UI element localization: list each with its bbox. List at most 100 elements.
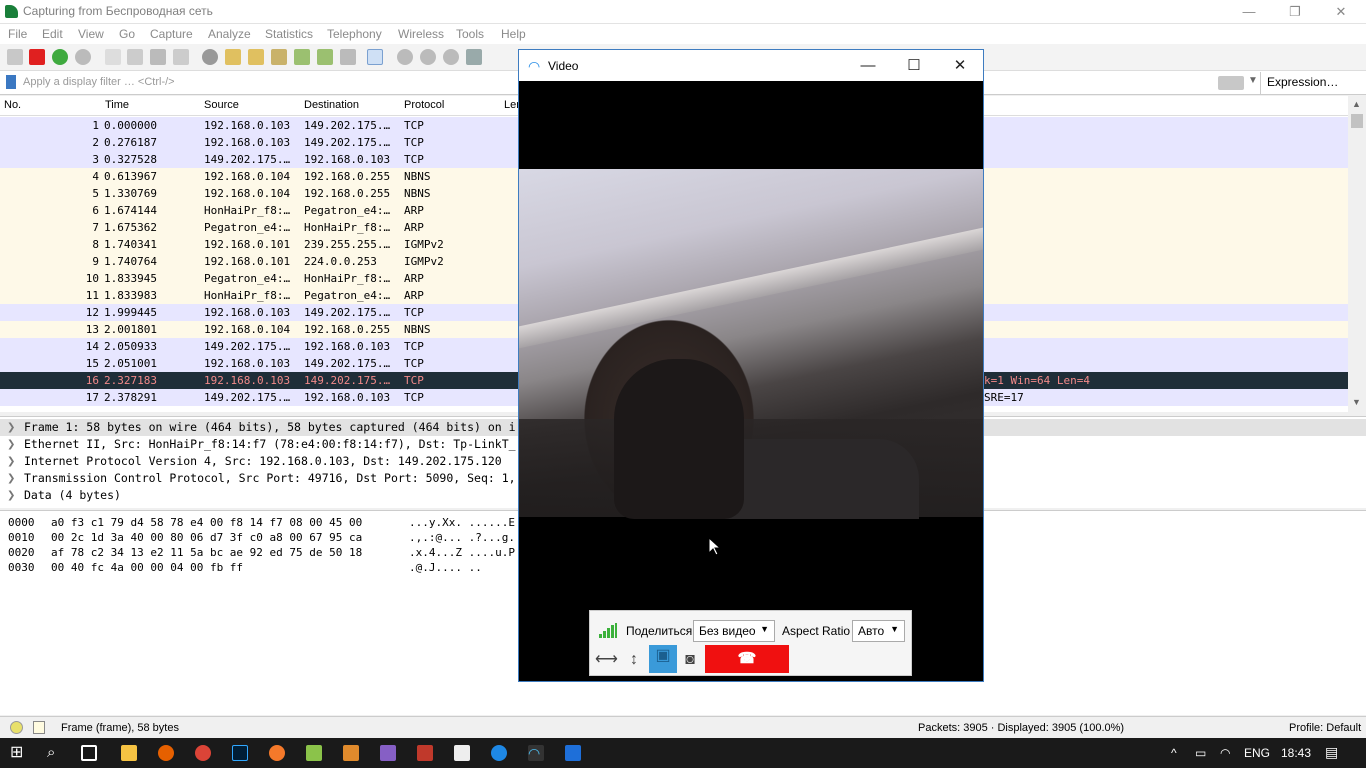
photoshop-icon[interactable] — [232, 745, 248, 761]
expand-arrow-icon[interactable]: ❯ — [7, 470, 15, 487]
maximize-button[interactable]: ❐ — [1272, 0, 1318, 24]
clock[interactable]: 18:43 — [1281, 746, 1311, 760]
wireshark-taskbar-icon[interactable] — [565, 745, 581, 761]
start-button-icon[interactable]: ⊞ — [10, 745, 26, 761]
resize-columns-icon[interactable] — [466, 49, 482, 65]
menu-telephony[interactable]: Telephony — [327, 27, 382, 41]
close-button[interactable]: ✕ — [1318, 0, 1364, 24]
search-icon[interactable]: ⌕ — [47, 745, 63, 761]
firefox-icon[interactable] — [158, 745, 174, 761]
column-source[interactable]: Source — [204, 99, 239, 111]
stretch-vertical-icon[interactable]: ↕ — [623, 649, 645, 671]
menu-analyze[interactable]: Analyze — [208, 27, 251, 41]
app-icon[interactable] — [343, 745, 359, 761]
last-packet-icon[interactable] — [317, 49, 333, 65]
stop-capture-icon[interactable] — [29, 49, 45, 65]
chevron-down-icon[interactable]: ▼ — [1248, 75, 1258, 86]
video-close-button[interactable]: ✕ — [937, 50, 983, 81]
menu-edit[interactable]: Edit — [42, 27, 63, 41]
wifi-app-icon[interactable]: ◠ — [528, 745, 544, 761]
cell-time: 1.675362 — [104, 221, 157, 234]
hang-up-button[interactable]: ☎ — [705, 645, 789, 673]
first-packet-icon[interactable] — [294, 49, 310, 65]
column-protocol[interactable]: Protocol — [404, 99, 444, 111]
cell-no: 11 — [85, 289, 99, 302]
scroll-thumb[interactable] — [1351, 114, 1363, 128]
cell-no: 2 — [92, 136, 99, 149]
cell-time: 0.000000 — [104, 119, 157, 132]
menu-capture[interactable]: Capture — [150, 27, 193, 41]
zoom-reset-icon[interactable] — [443, 49, 459, 65]
cell-dst: Pegatron_e4:… — [304, 289, 391, 302]
start-capture-icon[interactable] — [7, 49, 23, 65]
cell-proto: TCP — [404, 391, 424, 404]
cell-src: Pegatron_e4:… — [204, 221, 291, 234]
expand-arrow-icon[interactable]: ❯ — [7, 419, 15, 436]
task-view-icon[interactable] — [81, 745, 97, 761]
status-profile[interactable]: Profile: Default — [1289, 722, 1361, 734]
expand-arrow-icon[interactable]: ❯ — [7, 453, 15, 470]
expert-info-icon[interactable] — [10, 721, 23, 734]
go-back-icon[interactable] — [225, 49, 241, 65]
cell-src: 192.168.0.103 — [204, 306, 291, 319]
menu-file[interactable]: File — [8, 27, 27, 41]
column-destination[interactable]: Destination — [304, 99, 359, 111]
column-no[interactable]: No. — [4, 99, 21, 111]
menu-help[interactable]: Help — [501, 27, 526, 41]
menu-wireless[interactable]: Wireless — [398, 27, 444, 41]
column-time[interactable]: Time — [105, 99, 129, 111]
restart-capture-icon[interactable] — [52, 49, 68, 65]
stretch-horizontal-icon[interactable]: ⟷ — [595, 649, 618, 671]
menu-go[interactable]: Go — [119, 27, 135, 41]
autoscroll-icon[interactable] — [340, 49, 356, 65]
reload-file-icon[interactable] — [173, 49, 189, 65]
display-filter-input[interactable]: Apply a display filter … <Ctrl-/> — [23, 76, 175, 88]
scroll-up-icon[interactable]: ▲ — [1352, 99, 1361, 109]
bookmark-icon[interactable] — [6, 75, 16, 89]
go-forward-icon[interactable] — [248, 49, 264, 65]
share-select[interactable]: Без видео ▼ — [693, 620, 775, 642]
open-file-icon[interactable] — [105, 49, 121, 65]
save-file-icon[interactable] — [127, 49, 143, 65]
notepad-icon[interactable] — [306, 745, 322, 761]
photos-icon[interactable] — [454, 745, 470, 761]
snapshot-camera-icon[interactable]: ◙ — [679, 649, 701, 671]
battery-icon[interactable]: ▭ — [1195, 746, 1206, 760]
network-icon[interactable]: ◠ — [1220, 746, 1230, 760]
file-explorer-icon[interactable] — [121, 745, 137, 761]
video-maximize-button[interactable]: ☐ — [891, 50, 937, 81]
expression-button[interactable]: Expression… — [1260, 72, 1344, 94]
video-camera-icon[interactable]: ▣ — [649, 645, 677, 673]
tray-chevron-icon[interactable]: ^ — [1171, 746, 1177, 760]
close-file-icon[interactable] — [150, 49, 166, 65]
menu-tools[interactable]: Tools — [456, 27, 484, 41]
zoom-in-icon[interactable] — [397, 49, 413, 65]
cell-dst: 224.0.0.253 — [304, 255, 377, 268]
colorize-icon[interactable] — [367, 49, 383, 65]
video-minimize-button[interactable]: — — [845, 50, 891, 81]
zoom-out-icon[interactable] — [420, 49, 436, 65]
menu-statistics[interactable]: Statistics — [265, 27, 313, 41]
menu-view[interactable]: View — [78, 27, 104, 41]
capture-options-icon[interactable] — [75, 49, 91, 65]
find-packet-icon[interactable] — [202, 49, 218, 65]
cell-time: 1.833983 — [104, 289, 157, 302]
aspect-ratio-select[interactable]: Авто ▼ — [852, 620, 905, 642]
notifications-icon[interactable]: ▤ — [1325, 744, 1338, 761]
teamviewer-icon[interactable] — [491, 745, 507, 761]
minimize-button[interactable]: — — [1226, 0, 1272, 24]
apply-filter-button[interactable] — [1218, 76, 1244, 90]
scroll-down-icon[interactable]: ▼ — [1352, 397, 1361, 407]
visual-studio-icon[interactable] — [380, 745, 396, 761]
packet-list-scrollbar[interactable]: ▲ ▼ — [1348, 96, 1366, 412]
chrome-icon[interactable] — [195, 745, 211, 761]
expand-arrow-icon[interactable]: ❯ — [7, 487, 15, 504]
capture-comment-icon[interactable] — [33, 721, 45, 734]
cell-time: 2.050933 — [104, 340, 157, 353]
expand-arrow-icon[interactable]: ❯ — [7, 436, 15, 453]
cell-src: 192.168.0.103 — [204, 357, 291, 370]
app-icon[interactable] — [417, 745, 433, 761]
go-to-packet-icon[interactable] — [271, 49, 287, 65]
input-language[interactable]: ENG — [1244, 746, 1270, 760]
blender-icon[interactable] — [269, 745, 285, 761]
